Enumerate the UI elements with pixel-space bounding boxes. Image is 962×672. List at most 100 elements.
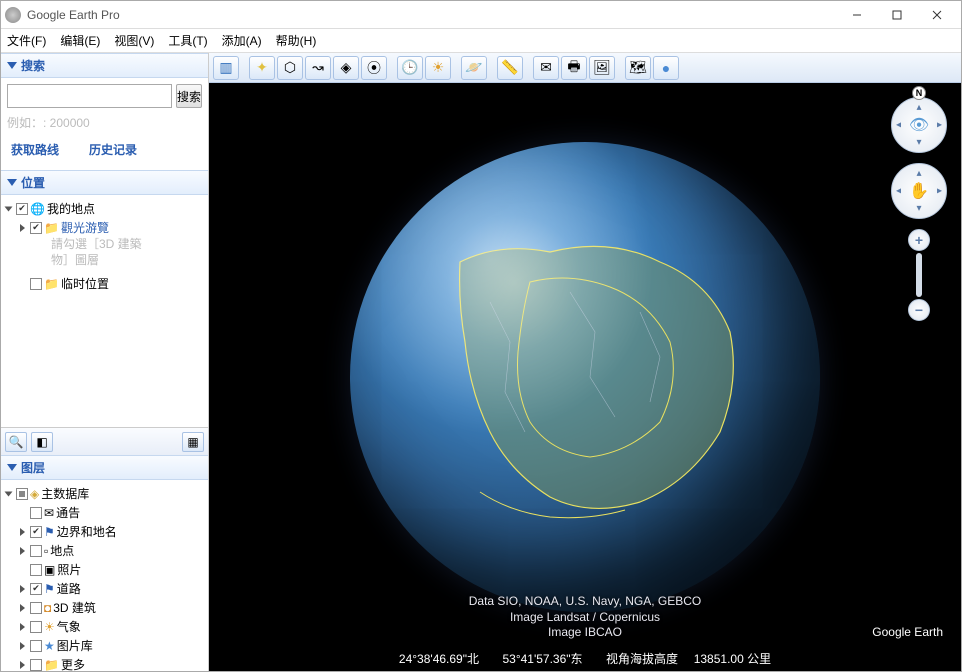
look-compass[interactable]: N ▴ ▾ ◂ ▸ 👁 (891, 97, 947, 153)
layer-weather[interactable]: 气象 (57, 618, 81, 635)
layer-announcements[interactable]: 通告 (56, 504, 80, 521)
brand-watermark: Google Earth (872, 620, 943, 641)
globe-viewport[interactable]: N ▴ ▾ ◂ ▸ 👁 ▴ ▾ ◂ ▸ ✋ + − (209, 83, 961, 671)
layer-roads[interactable]: 道路 (57, 580, 81, 597)
temp-places-label[interactable]: 临时位置 (61, 275, 109, 292)
checkbox[interactable] (30, 545, 42, 557)
chevron-left-icon[interactable]: ◂ (896, 186, 901, 197)
path-button[interactable]: ↝ (305, 56, 331, 80)
menu-edit[interactable]: 编辑(E) (60, 32, 100, 49)
checkbox[interactable] (30, 659, 42, 671)
star-icon: ★ (44, 639, 55, 653)
place-icon: ▫ (44, 544, 48, 558)
layers-panel-header[interactable]: 图层 (1, 455, 208, 480)
layer-3d-buildings[interactable]: 3D 建筑 (53, 599, 96, 616)
placemark-button[interactable]: ✦ (249, 56, 275, 80)
building-icon: ◘ (44, 601, 51, 615)
planet-button[interactable]: 🪐 (461, 56, 487, 80)
menu-add[interactable]: 添加(A) (222, 32, 262, 49)
history-link[interactable]: 历史记录 (89, 141, 137, 158)
expand-toggle[interactable] (17, 526, 28, 537)
expand-toggle[interactable] (3, 488, 14, 499)
status-bar: 24°38'46.69"北 53°41'57.36"东 视角海拔高度 13851… (399, 650, 771, 667)
save-image-button[interactable]: 🖼 (589, 56, 615, 80)
main-db-label[interactable]: 主数据库 (41, 485, 89, 502)
add-content-button[interactable]: ▦ (182, 432, 204, 452)
menu-help[interactable]: 帮助(H) (276, 32, 317, 49)
search-places-button[interactable]: 🔍 (5, 432, 27, 452)
earth-globe[interactable] (350, 142, 820, 612)
layer-photos[interactable]: 照片 (57, 561, 81, 578)
database-icon: ◈ (30, 487, 39, 501)
chevron-down-icon[interactable]: ▾ (916, 137, 921, 148)
expand-toggle[interactable] (17, 640, 28, 651)
search-input[interactable] (7, 84, 172, 108)
expand-toggle[interactable] (17, 222, 28, 233)
toggle-sidebar-button[interactable]: ▥ (213, 56, 239, 80)
titlebar: Google Earth Pro (1, 1, 961, 29)
chevron-down-icon[interactable]: ▾ (916, 203, 921, 214)
search-button[interactable]: 搜索 (176, 84, 202, 108)
places-header-label: 位置 (21, 174, 45, 191)
menubar: 文件(F) 编辑(E) 视图(V) 工具(T) 添加(A) 帮助(H) (1, 29, 961, 53)
checkbox[interactable] (30, 507, 42, 519)
close-button[interactable] (917, 2, 957, 28)
split-view-button[interactable]: ◧ (31, 432, 53, 452)
record-tour-button[interactable]: ⦿ (361, 56, 387, 80)
checkbox[interactable]: ✔ (30, 222, 42, 234)
globe-button[interactable]: ● (653, 56, 679, 80)
chevron-up-icon[interactable]: ▴ (916, 102, 921, 113)
collapse-icon (7, 179, 17, 186)
menu-view[interactable]: 视图(V) (114, 32, 154, 49)
layer-borders[interactable]: 边界和地名 (57, 523, 117, 540)
print-button[interactable]: 🖶 (561, 56, 587, 80)
layer-gallery[interactable]: 图片库 (57, 637, 93, 654)
places-panel-header[interactable]: 位置 (1, 170, 208, 195)
checkbox[interactable]: ✔ (30, 583, 42, 595)
polygon-button[interactable]: ⬡ (277, 56, 303, 80)
maximize-button[interactable] (877, 2, 917, 28)
expand-toggle[interactable] (17, 659, 28, 670)
ruler-button[interactable]: 📏 (497, 56, 523, 80)
checkbox[interactable] (30, 602, 42, 614)
zoom-slider[interactable] (916, 253, 922, 297)
directions-link[interactable]: 获取路线 (11, 141, 59, 158)
collapse-icon (7, 464, 17, 471)
zoom-out-button[interactable]: − (908, 299, 930, 321)
myplaces-label[interactable]: 我的地点 (47, 200, 95, 217)
checkbox[interactable]: ✔ (30, 526, 42, 538)
checkbox[interactable]: ✔ (16, 203, 28, 215)
history-button[interactable]: 🕒 (397, 56, 423, 80)
checkbox[interactable] (16, 488, 28, 500)
checkbox[interactable] (30, 640, 42, 652)
menu-file[interactable]: 文件(F) (7, 32, 46, 49)
checkbox[interactable] (30, 564, 42, 576)
checkbox[interactable] (30, 278, 42, 290)
expand-toggle[interactable] (17, 621, 28, 632)
north-indicator[interactable]: N (912, 86, 926, 100)
zoom-in-button[interactable]: + (908, 229, 930, 251)
sightseeing-label[interactable]: 觀光游覽 (61, 219, 109, 236)
chevron-up-icon[interactable]: ▴ (916, 168, 921, 179)
layer-places[interactable]: 地点 (50, 542, 74, 559)
layer-more[interactable]: 更多 (61, 656, 85, 671)
expand-toggle[interactable] (17, 583, 28, 594)
email-button[interactable]: ✉ (533, 56, 559, 80)
expand-toggle[interactable] (17, 602, 28, 613)
search-panel-header[interactable]: 搜索 (1, 53, 208, 78)
mail-icon: ✉ (44, 506, 54, 520)
expand-toggle[interactable] (17, 545, 28, 556)
image-overlay-button[interactable]: ◈ (333, 56, 359, 80)
menu-tools[interactable]: 工具(T) (168, 32, 207, 49)
sunlight-button[interactable]: ☀ (425, 56, 451, 80)
chevron-left-icon[interactable]: ◂ (896, 120, 901, 131)
view-maps-button[interactable]: 🗺 (625, 56, 651, 80)
minimize-button[interactable] (837, 2, 877, 28)
search-header-label: 搜索 (21, 57, 45, 74)
expand-toggle[interactable] (3, 203, 14, 214)
chevron-right-icon[interactable]: ▸ (937, 120, 942, 131)
sightseeing-hint: 請勾選［3D 建築物］圖層 (51, 237, 206, 268)
checkbox[interactable] (30, 621, 42, 633)
chevron-right-icon[interactable]: ▸ (937, 186, 942, 197)
pan-control[interactable]: ▴ ▾ ◂ ▸ ✋ (891, 163, 947, 219)
